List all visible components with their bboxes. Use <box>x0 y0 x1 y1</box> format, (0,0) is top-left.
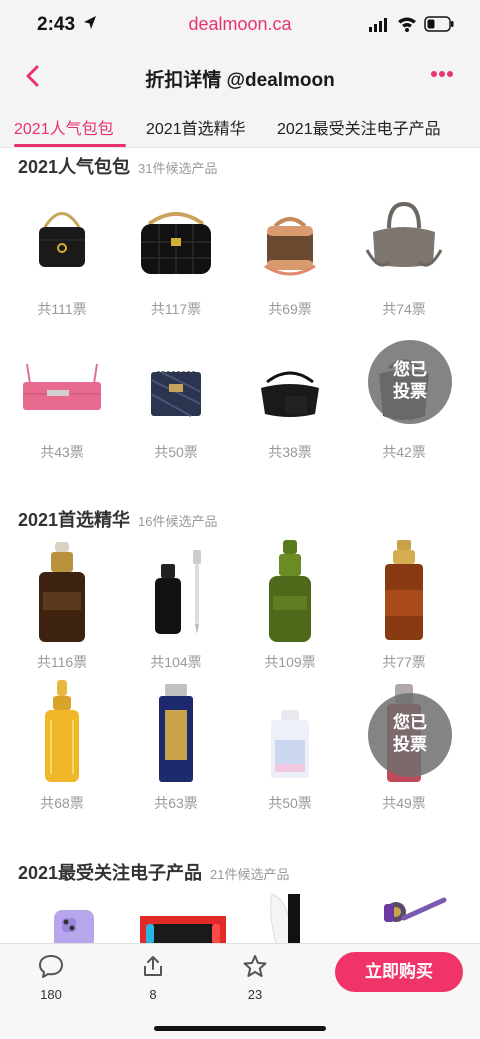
share-icon <box>144 956 162 976</box>
cordless-vacuum-image <box>384 897 447 922</box>
comment-button[interactable]: 180 <box>21 954 81 1002</box>
share-count: 8 <box>149 987 157 1002</box>
vote-count: 共42票 <box>382 444 426 460</box>
buy-now-button[interactable]: 立即购买 <box>335 952 463 992</box>
brown-serum-bottle-image <box>39 542 85 642</box>
section-count: 16件候选产品 <box>138 514 218 529</box>
black-quilted-chain-bag-image <box>141 212 211 274</box>
vote-count: 共43票 <box>40 444 84 460</box>
clear-serum-bottle-image <box>271 710 309 778</box>
tab-electronics[interactable]: 2021最受关注电子产品 <box>277 115 441 139</box>
battery-icon <box>424 16 454 32</box>
vote-count: 共109票 <box>264 654 316 670</box>
taupe-leather-lindy-bag-image <box>365 201 443 267</box>
bottom-toolbar: 180 8 23 立即购买 <box>0 943 480 1039</box>
voted-badge: 您已 投票 <box>368 693 452 777</box>
favorite-button[interactable]: 23 <box>225 954 285 1002</box>
amber-serum-pump-image <box>385 540 423 640</box>
comment-count: 180 <box>40 987 62 1002</box>
green-serum-bottle-image <box>269 540 311 642</box>
tabs-fade <box>448 104 480 147</box>
chanel-black-mini-bag-image <box>39 212 85 267</box>
vote-count: 共49票 <box>382 795 426 811</box>
vote-count: 共104票 <box>150 654 202 670</box>
category-tabs: 2021人气包包 2021首选精华 2021最受关注电子产品 <box>0 104 480 148</box>
comment-bubble-icon <box>39 955 63 978</box>
cellular-signal-icon <box>369 18 387 32</box>
section-title: 2021人气包包 <box>18 157 131 177</box>
favorite-count: 23 <box>247 987 263 1002</box>
tab-popular-bags[interactable]: 2021人气包包 <box>14 115 114 139</box>
voted-badge: 您已 投票 <box>368 340 452 424</box>
section-header-bags: 2021人气包包 31件候选产品 <box>18 153 218 179</box>
black-serum-with-dropper-image <box>155 550 201 634</box>
white-game-console-image <box>270 893 300 944</box>
star-icon <box>243 955 267 977</box>
game-console-box-image <box>140 916 226 944</box>
more-dots-icon[interactable] <box>430 70 454 78</box>
nav-bar: 折扣详情 @dealmoon <box>0 48 480 104</box>
vote-count: 共116票 <box>36 654 88 670</box>
gold-oil-bottle-image <box>45 680 79 782</box>
vote-count: 共74票 <box>382 301 426 317</box>
vote-count: 共50票 <box>154 444 198 460</box>
vote-count: 共117票 <box>150 301 202 317</box>
section-header-serums: 2021首选精华 16件候选产品 <box>18 506 218 532</box>
pink-clutch-bag-image <box>23 363 101 410</box>
vote-count: 共77票 <box>382 654 426 670</box>
black-nylon-hobo-bag-image <box>261 371 319 417</box>
vote-count: 共38票 <box>268 444 312 460</box>
share-button[interactable]: 8 <box>123 954 183 1002</box>
purple-phone-image <box>54 910 94 944</box>
tab-top-serums[interactable]: 2021首选精华 <box>146 115 246 139</box>
product-card[interactable] <box>12 892 126 944</box>
vote-count: 共50票 <box>268 795 312 811</box>
active-tab-indicator <box>14 144 126 147</box>
navy-serum-bottle-image <box>159 684 193 782</box>
section-count: 21件候选产品 <box>210 867 290 882</box>
section-title: 2021首选精华 <box>18 510 131 530</box>
status-bar: 2:43 dealmoon.ca <box>0 0 480 48</box>
section-title: 2021最受关注电子产品 <box>18 863 203 883</box>
wifi-icon <box>398 17 416 32</box>
section-count: 31件候选产品 <box>138 161 218 176</box>
product-card[interactable] <box>354 892 468 944</box>
page-title: 折扣详情 @dealmoon <box>145 70 335 91</box>
section-header-electronics: 2021最受关注电子产品 21件候选产品 <box>18 859 290 885</box>
product-card[interactable] <box>126 892 240 944</box>
vote-count: 共68票 <box>40 795 84 811</box>
vote-count: 共69票 <box>268 301 312 317</box>
home-indicator <box>154 1026 326 1031</box>
dior-oblique-bag-image <box>150 371 202 417</box>
monogram-brown-barrel-bag-image <box>264 217 316 276</box>
vote-count: 共63票 <box>154 795 198 811</box>
product-card[interactable] <box>240 892 354 944</box>
vote-count: 共111票 <box>37 301 87 317</box>
